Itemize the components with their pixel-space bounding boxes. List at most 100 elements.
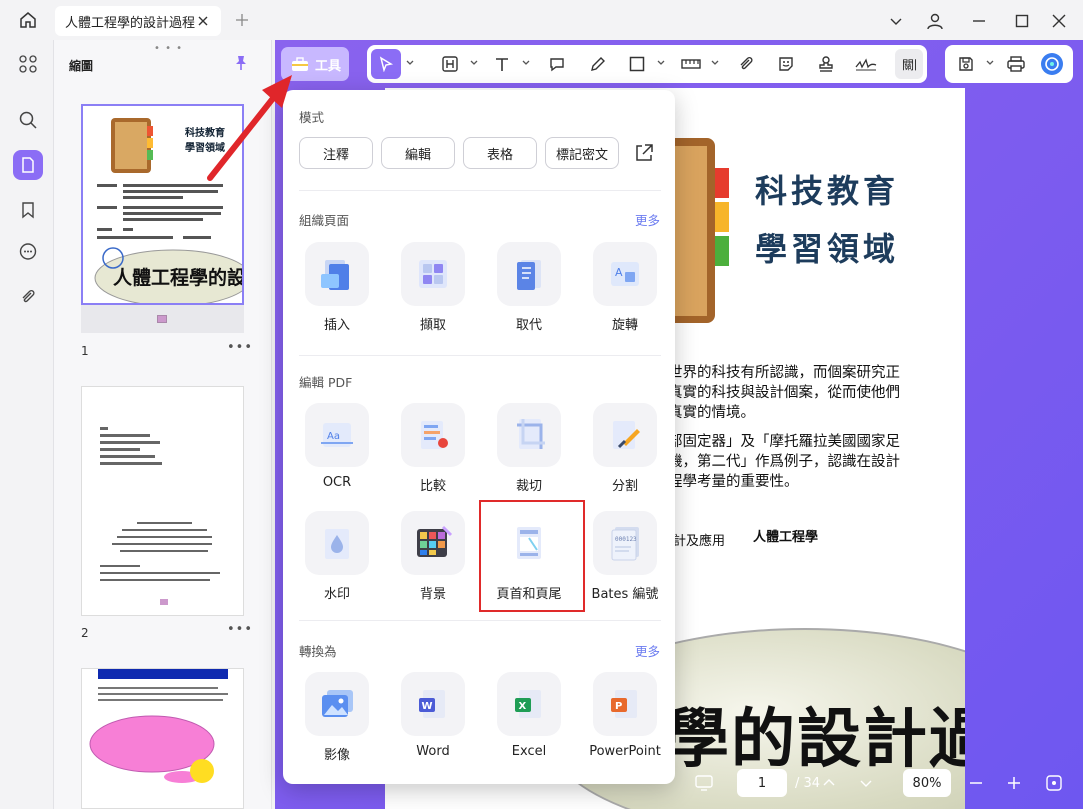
doc-label: 人體工程學 [753, 530, 819, 545]
rail-search-button[interactable] [13, 105, 43, 135]
annotation-arrow [207, 75, 292, 181]
chevron-down-icon[interactable] [985, 58, 995, 68]
section-title-convert: 轉換為 [299, 644, 337, 659]
header-footer-highlight-box [479, 500, 585, 612]
truncated-tool-button[interactable]: 關閉 [895, 49, 923, 79]
fit-page-button[interactable] [1043, 772, 1065, 794]
chevron-down-icon [860, 780, 872, 787]
page-thumbnail-3[interactable] [81, 668, 244, 809]
page-number: 2 [81, 626, 89, 640]
chevron-down-icon[interactable] [656, 58, 666, 68]
doc-heading-line2: 學習領域 [755, 230, 900, 268]
tile-ocr[interactable]: Aa OCR [303, 403, 371, 490]
rail-attachment-button[interactable] [13, 282, 43, 312]
shape-tool-button[interactable] [622, 49, 652, 79]
total-pages: / 34 [795, 776, 821, 791]
pencil-icon [591, 57, 605, 71]
new-tab-button[interactable] [232, 10, 252, 30]
zoom-out-button[interactable] [965, 772, 987, 794]
prev-page-button[interactable] [818, 772, 840, 794]
sticker-tool-button[interactable] [771, 49, 801, 79]
tile-replace[interactable]: 取代 [495, 242, 563, 333]
tile-crop[interactable]: 裁切 [495, 403, 563, 494]
mode-annotate-button[interactable]: 注釋 [299, 137, 373, 169]
home-button[interactable] [14, 8, 42, 32]
document-tab[interactable]: 人體工程學的設計過程 [55, 6, 221, 36]
tile-label: 擷取 [419, 318, 446, 333]
rail-bookmark-button[interactable] [13, 195, 43, 225]
tile-to-image[interactable]: 影像 [303, 672, 371, 763]
print-button[interactable] [1001, 49, 1031, 79]
open-external-button[interactable] [633, 142, 655, 164]
tab-close-button[interactable] [195, 13, 211, 29]
tile-compare[interactable]: 比較 [399, 403, 467, 494]
convert-more-link[interactable]: 更多 [635, 641, 660, 660]
page-number-input[interactable]: 1 [737, 769, 787, 797]
display-mode-button[interactable] [693, 772, 715, 794]
tile-insert[interactable]: 插入 [303, 242, 371, 333]
mode-redact-button[interactable]: 標記密文 [545, 137, 619, 169]
tile-to-powerpoint[interactable]: P PowerPoint [589, 672, 661, 759]
close-window-button[interactable] [1048, 10, 1070, 32]
tile-extract[interactable]: 擷取 [399, 242, 467, 333]
rail-apps-button[interactable] [13, 49, 43, 79]
page-thumbnail-2[interactable] [81, 386, 244, 616]
chevron-down-icon[interactable] [521, 58, 531, 68]
measure-tool-button[interactable] [676, 49, 706, 79]
zoom-in-button[interactable] [1003, 772, 1025, 794]
page-more-button[interactable]: ••• [227, 340, 253, 355]
chevron-down-icon[interactable] [469, 58, 479, 68]
tools-label: 工具 [315, 58, 342, 74]
tile-rotate[interactable]: A 旋轉 [591, 242, 659, 333]
stamp-tool-button[interactable] [811, 49, 841, 79]
tile-bates-number[interactable]: 000123 Bates 編號 [591, 511, 659, 602]
comment-icon [19, 243, 37, 260]
tile-to-excel[interactable]: X Excel [495, 672, 563, 759]
account-button[interactable] [924, 10, 946, 32]
minus-icon [970, 782, 982, 784]
tile-label: 背景 [419, 587, 446, 602]
tile-background[interactable]: 背景 [399, 511, 467, 602]
mode-edit-button[interactable]: 編輯 [381, 137, 455, 169]
zoom-level[interactable]: 80% [903, 769, 951, 797]
svg-text:P: P [615, 701, 622, 712]
page-marker-icon [157, 315, 167, 323]
insert-pages-icon [321, 260, 349, 290]
attach-tool-button[interactable] [731, 49, 761, 79]
word-icon: W [419, 690, 445, 718]
crop-icon [517, 419, 545, 449]
app-window: 人體工程學的設計過程 • • • 縮圖 科技教育 學習領域 人體工程學的設 1 … [0, 0, 1083, 809]
doc-paragraph-line: 程學考量的重要性。 [668, 474, 799, 490]
highlight-tool-button[interactable] [435, 49, 465, 79]
select-tool-button[interactable] [371, 49, 401, 79]
title-bar: 人體工程學的設計過程 [0, 0, 1083, 40]
maximize-button[interactable] [1011, 10, 1033, 32]
rail-thumbnails-button[interactable] [13, 150, 43, 180]
tile-split[interactable]: 分割 [591, 403, 659, 494]
tile-to-word[interactable]: W Word [399, 672, 467, 759]
panel-grip[interactable]: • • • [154, 43, 183, 54]
dropdown-button[interactable] [885, 10, 907, 32]
signature-tool-button[interactable] [851, 49, 881, 79]
user-icon [927, 13, 943, 30]
save-button[interactable] [951, 49, 981, 79]
comment-tool-button[interactable] [542, 49, 572, 79]
page-more-button[interactable]: ••• [227, 622, 253, 637]
mode-form-button[interactable]: 表格 [463, 137, 537, 169]
tile-label: 分割 [611, 479, 638, 494]
next-page-button[interactable] [855, 772, 877, 794]
ai-assistant-button[interactable] [1037, 49, 1067, 79]
tile-watermark[interactable]: 水印 [303, 511, 371, 602]
minimize-button[interactable] [968, 10, 990, 32]
rail-comments-button[interactable] [13, 237, 43, 267]
bates-number-icon: 000123 [611, 527, 639, 561]
sticker-icon [779, 57, 793, 71]
pencil-tool-button[interactable] [583, 49, 613, 79]
chevron-down-icon[interactable] [710, 58, 720, 68]
text-tool-button[interactable] [487, 49, 517, 79]
chevron-down-icon[interactable] [405, 58, 415, 68]
organize-more-link[interactable]: 更多 [635, 210, 660, 229]
doc-heading-line1: 科技教育 [755, 172, 900, 210]
tile-label: 旋轉 [611, 318, 638, 333]
excel-icon: X [515, 690, 541, 718]
